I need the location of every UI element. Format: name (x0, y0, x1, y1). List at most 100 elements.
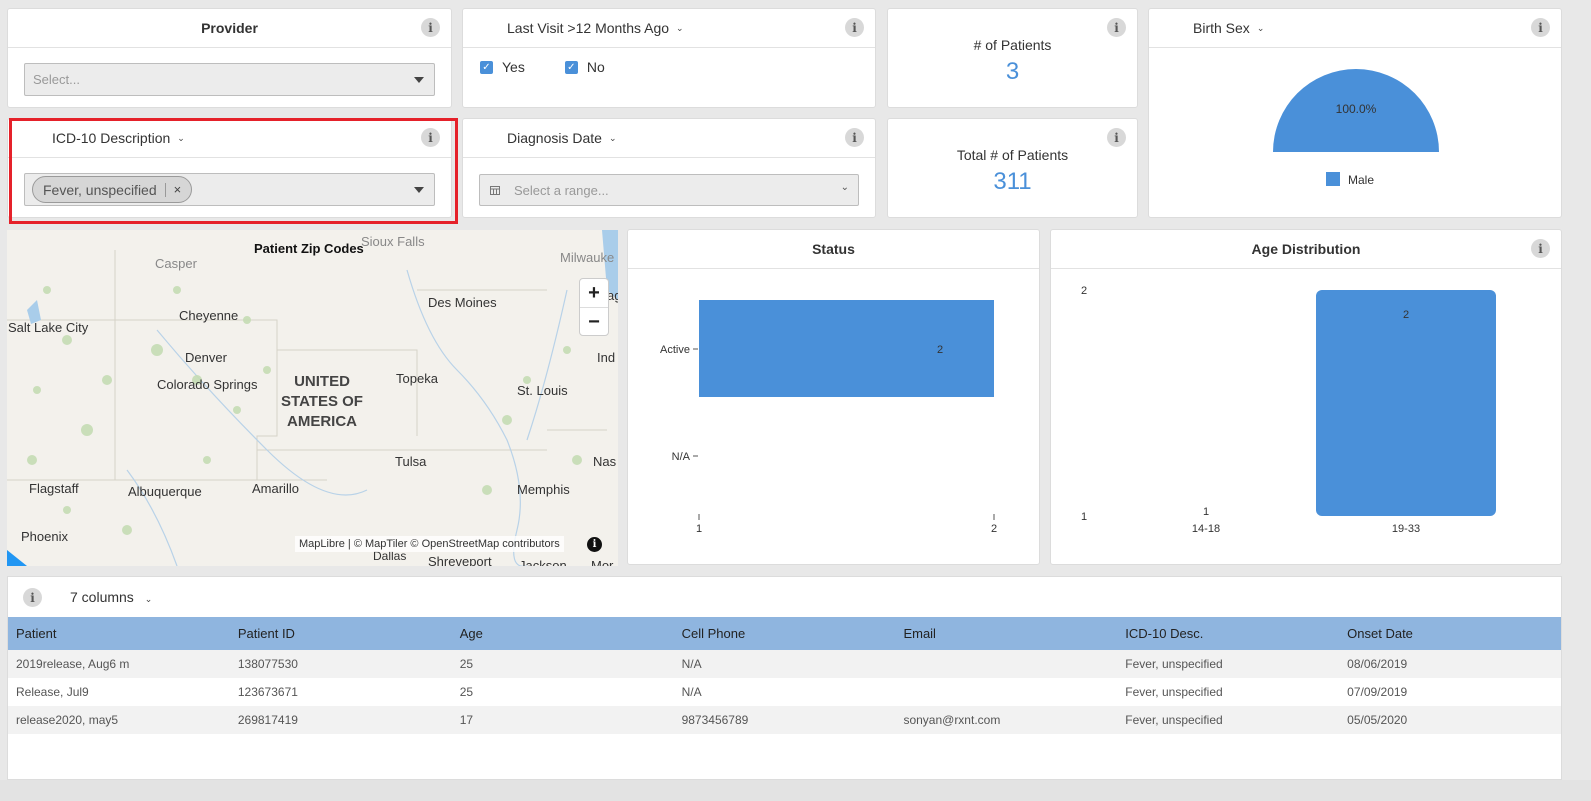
info-icon[interactable]: i (1107, 128, 1126, 147)
column-header[interactable]: Onset Date (1339, 626, 1561, 641)
provider-select-placeholder: Select... (33, 72, 80, 87)
pie-slice-label: 100.0% (1336, 102, 1377, 116)
table-cell: 269817419 (237, 713, 298, 727)
chevron-down-icon: ⌄ (608, 132, 617, 143)
stat-label: Total # of Patients (956, 147, 1069, 163)
bottom-scrollbar[interactable] (0, 780, 1591, 801)
patients-table-card: i 7 columns ⌄ Patient Patient ID Age Cell P… (7, 576, 1562, 780)
status-bar[interactable] (699, 300, 994, 397)
chevron-down-icon: ⌄ (144, 594, 153, 604)
provider-select[interactable]: Select... (24, 63, 435, 96)
info-icon[interactable]: i (23, 588, 42, 607)
table-cell: 9873456789 (681, 713, 749, 727)
column-header[interactable]: ICD-10 Desc. (1117, 626, 1339, 641)
diagnosis-date-header[interactable]: Diagnosis Date ⌄ i (463, 119, 875, 158)
age-bar[interactable] (1316, 290, 1496, 516)
last-visit-filter-header[interactable]: Last Visit >12 Months Ago ⌄ i (463, 9, 875, 48)
map-country-label: UNITED STATES OF AMERICA (275, 372, 369, 432)
zoom-in-button[interactable]: + (580, 279, 608, 308)
provider-filter-header: Provider i (8, 9, 451, 48)
remove-chip-icon[interactable]: × (174, 182, 182, 197)
map-city-label: Sioux Falls (361, 234, 425, 249)
map-city-label: Phoenix (21, 529, 68, 544)
data-label: 1 (1203, 506, 1209, 518)
tick-label: 2 (991, 523, 997, 535)
checkbox-label: No (586, 59, 605, 75)
provider-filter-card: Provider i Select... (7, 8, 452, 108)
age-distribution-card: Age Distribution i 1 14-18 2 19-33 1 2 (1050, 229, 1562, 565)
map-city-label: Shreveport (428, 554, 492, 566)
column-header[interactable]: Age (452, 626, 674, 641)
columns-label: 7 columns (70, 589, 134, 605)
info-icon[interactable]: i (421, 18, 440, 37)
last-visit-no-checkbox[interactable]: ✓ No (564, 59, 605, 75)
map-city-label: Ind (597, 350, 616, 365)
map-city-label: Milwauke (560, 250, 615, 265)
info-icon[interactable]: i (845, 18, 864, 37)
table-row[interactable]: Release, Jul9 123673671 25 N/A Fever, unspec… (8, 678, 1561, 706)
status-chart-title: Status (812, 241, 855, 257)
birth-sex-card: Birth Sex ⌄ i 100.0% Male (1148, 8, 1562, 218)
status-chart: Active 2 N/A 1 2 (660, 300, 997, 535)
map-city-label: Salt Lake City (8, 320, 89, 335)
table-cell: 05/05/2020 (1347, 713, 1408, 727)
table-cell: N/A (681, 685, 702, 699)
status-chart-header: Status (628, 230, 1039, 269)
info-icon[interactable]: i (1531, 239, 1550, 258)
diagnosis-date-title: Diagnosis Date (507, 130, 602, 146)
table-row[interactable]: release2020, may5 269817419 17 9873456789 so… (8, 706, 1561, 734)
column-header[interactable]: Cell Phone (674, 626, 896, 641)
map-city-label: Casper (155, 256, 197, 271)
table-cell: 2019release, Aug6 m (16, 657, 130, 671)
category-label: N/A (672, 451, 691, 463)
category-label: Active (660, 344, 690, 356)
checkbox-checked-icon: ✓ (564, 60, 578, 74)
last-visit-filter-title: Last Visit >12 Months Ago (507, 20, 670, 36)
table-row[interactable]: 2019release, Aug6 m 138077530 25 N/A Fever, … (8, 650, 1561, 678)
columns-dropdown[interactable]: 7 columns ⌄ (70, 589, 152, 605)
table-cell: 08/06/2019 (1347, 657, 1408, 671)
table-cell: 17 (459, 713, 474, 727)
table-cell: sonyan@rxnt.com (903, 713, 1001, 727)
table-header: Patient Patient ID Age Cell Phone Email ICD-1… (8, 617, 1561, 650)
map-city-label: Cheyenne (179, 308, 239, 323)
total-patients-card: i Total # of Patients 311 (887, 118, 1138, 218)
chevron-down-icon: ⌄ (840, 182, 849, 193)
last-visit-options: ✓ Yes ✓ No (480, 59, 605, 75)
date-range-input[interactable]: Select a range... ⌄ (479, 174, 859, 206)
checkbox-checked-icon: ✓ (480, 60, 493, 74)
chip-label: Fever, unspecified (43, 181, 157, 198)
table-cell: N/A (681, 657, 702, 671)
table-cell: 25 (459, 657, 474, 671)
country-line: UNITED (294, 373, 350, 390)
info-icon[interactable]: i (1107, 18, 1126, 37)
info-icon[interactable]: i (845, 128, 864, 147)
birth-sex-header[interactable]: Birth Sex ⌄ i (1149, 9, 1561, 48)
column-header[interactable]: Patient (8, 626, 230, 641)
map-city-label: Nas (593, 454, 617, 469)
legend-label[interactable]: Male (1348, 173, 1374, 187)
diagnosis-date-filter-card: Diagnosis Date ⌄ i Select a range... ⌄ (462, 118, 876, 218)
map-city-label: Colorado Springs (157, 377, 258, 392)
last-visit-yes-checkbox[interactable]: ✓ Yes (480, 59, 525, 75)
icd10-select[interactable]: Fever, unspecified × (24, 173, 435, 206)
patient-zip-map[interactable]: Patient Zip Codes Sioux Falls Milwauke C… (7, 230, 618, 566)
data-label: 2 (1403, 309, 1409, 321)
attribution-info-icon[interactable]: i (587, 537, 602, 552)
column-header[interactable]: Email (895, 626, 1117, 641)
tick-label: 1 (696, 523, 702, 535)
zoom-out-button[interactable]: − (580, 308, 608, 337)
date-range-placeholder: Select a range... (514, 182, 609, 198)
info-icon[interactable]: i (421, 128, 440, 147)
map-city-label: Memphis (517, 482, 570, 497)
table-cell: 123673671 (237, 685, 298, 699)
checkbox-label: Yes (502, 59, 525, 75)
icd10-filter-header[interactable]: ICD-10 Description ⌄ i (8, 119, 451, 158)
table-cell: Release, Jul9 (16, 685, 89, 699)
map-attribution[interactable]: MapLibre | © MapTiler © OpenStreetMap co… (295, 536, 564, 552)
chevron-down-icon: ⌄ (676, 22, 684, 33)
table-cell: 07/09/2019 (1347, 685, 1408, 699)
birth-sex-pie-chart: 100.0% Male (1273, 69, 1439, 187)
column-header[interactable]: Patient ID (230, 626, 452, 641)
info-icon[interactable]: i (1531, 18, 1550, 37)
